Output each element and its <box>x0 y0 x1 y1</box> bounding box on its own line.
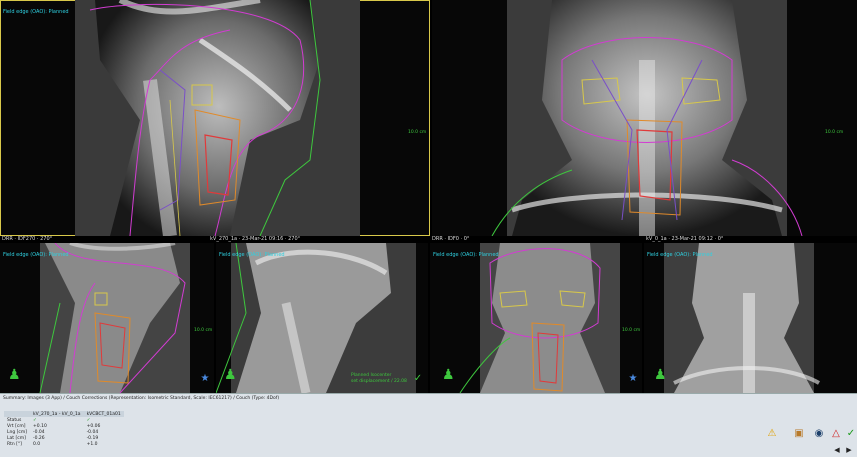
star-icon: ★ <box>628 373 638 384</box>
person-figure-icon: ♟ <box>224 367 237 383</box>
view-title: kV_0_1a · 23-Mar-21 09:12 · 0° <box>646 236 724 242</box>
viewport-kv-0[interactable]: Field edge (OAO): Planned ♟ <box>644 243 857 393</box>
warning-icon[interactable]: ⚠ <box>766 428 778 440</box>
viewport-top-right[interactable]: 10.0 cm <box>432 0 857 236</box>
star-icon: ★ <box>200 373 210 384</box>
view-title: kV_270_1a · 23-Mar-21 09:16 · 270° <box>210 236 301 242</box>
viewport-top-left[interactable]: Field edge (OAO): Planned 10.0 cm <box>0 0 430 236</box>
field-edge-label: Field edge (OAO): Planned <box>219 252 285 258</box>
drr-lateral-image <box>39 243 190 393</box>
checkmark-icon[interactable]: ✓ <box>845 428 857 440</box>
field-edge-label: Field edge (OAO): Planned <box>3 252 69 258</box>
scale-label: 10.0 cm <box>194 328 213 333</box>
view-header-bar <box>0 236 857 243</box>
scale-label: 10.0 cm <box>408 130 427 135</box>
clipboard-icon[interactable]: ▣ <box>793 428 805 440</box>
alert-triangle-icon[interactable]: △ <box>830 428 842 440</box>
scale-label: 10.0 cm <box>622 328 641 333</box>
viewport-kv-270[interactable]: Field edge (OAO): Planned Planned Isocen… <box>216 243 428 393</box>
field-edge-label: Field edge (OAO): Planned <box>433 252 499 258</box>
previous-arrow-icon[interactable]: ◀ <box>831 444 843 456</box>
viewport-drr-0[interactable]: Field edge (OAO): Planned 10.0 cm ♟ ★ <box>430 243 642 393</box>
checkmark-icon: ✓ <box>413 373 423 384</box>
scale-label: 10.0 cm <box>825 130 844 135</box>
viewport-drr-270[interactable]: Field edge (OAO): Planned 10.0 cm ♟ ★ <box>0 243 214 393</box>
kv-ap-image <box>664 243 820 393</box>
field-edge-label: Field edge (OAO): Planned <box>647 252 713 258</box>
eye-icon[interactable]: ◉ <box>813 428 825 440</box>
summary-panel: Summary: Images (3 App) / Couch Correcti… <box>0 393 857 457</box>
view-title: DRR · IDF270 · 270° <box>2 236 53 242</box>
couch-corrections-table: kV_270_1a - kV_0_1a kVCBCT_01a01 Status … <box>4 411 124 447</box>
ap-xray-image <box>491 0 803 236</box>
next-arrow-icon[interactable]: ▶ <box>843 444 855 456</box>
field-edge-label: Field edge (OAO): Planned <box>3 9 69 15</box>
kv-lateral-image <box>216 243 416 393</box>
summary-title: Summary: Images (3 App) / Couch Correcti… <box>3 396 280 401</box>
drr-ap-image <box>459 243 620 393</box>
view-title: DRR · IDF0 · 0° <box>432 236 470 242</box>
person-figure-icon: ♟ <box>8 367 21 383</box>
lateral-xray-image <box>75 0 360 236</box>
column-header[interactable]: kVCBCT_01a01 <box>83 411 124 417</box>
table-row: Rtn [°] 0.0 +1.0 <box>7 441 98 447</box>
isocenter-info: Planned Isocenter set displacement / 22.… <box>351 373 407 384</box>
person-figure-icon: ♟ <box>654 367 667 383</box>
column-header[interactable]: kV_270_1a - kV_0_1a <box>30 411 84 417</box>
person-figure-icon: ♟ <box>442 367 455 383</box>
